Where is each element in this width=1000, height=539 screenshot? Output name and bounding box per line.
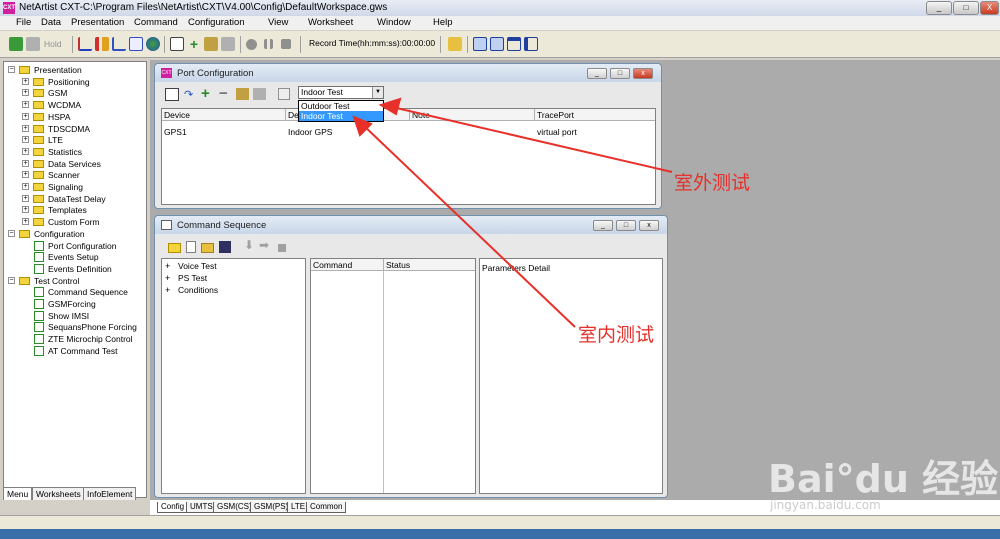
arrow-outdoor-head xyxy=(378,97,402,116)
watermark-logo: Bai°du 经验 xyxy=(768,457,999,501)
annotation-outdoor-test: 室外测试 xyxy=(674,172,751,194)
arrow-indoor-line xyxy=(361,123,576,328)
annotation-indoor-test: 室内测试 xyxy=(578,324,655,346)
watermark-url: jingyan.baidu.com xyxy=(770,498,881,512)
arrow-indoor-head xyxy=(352,115,373,137)
arrow-outdoor-line xyxy=(391,106,673,173)
